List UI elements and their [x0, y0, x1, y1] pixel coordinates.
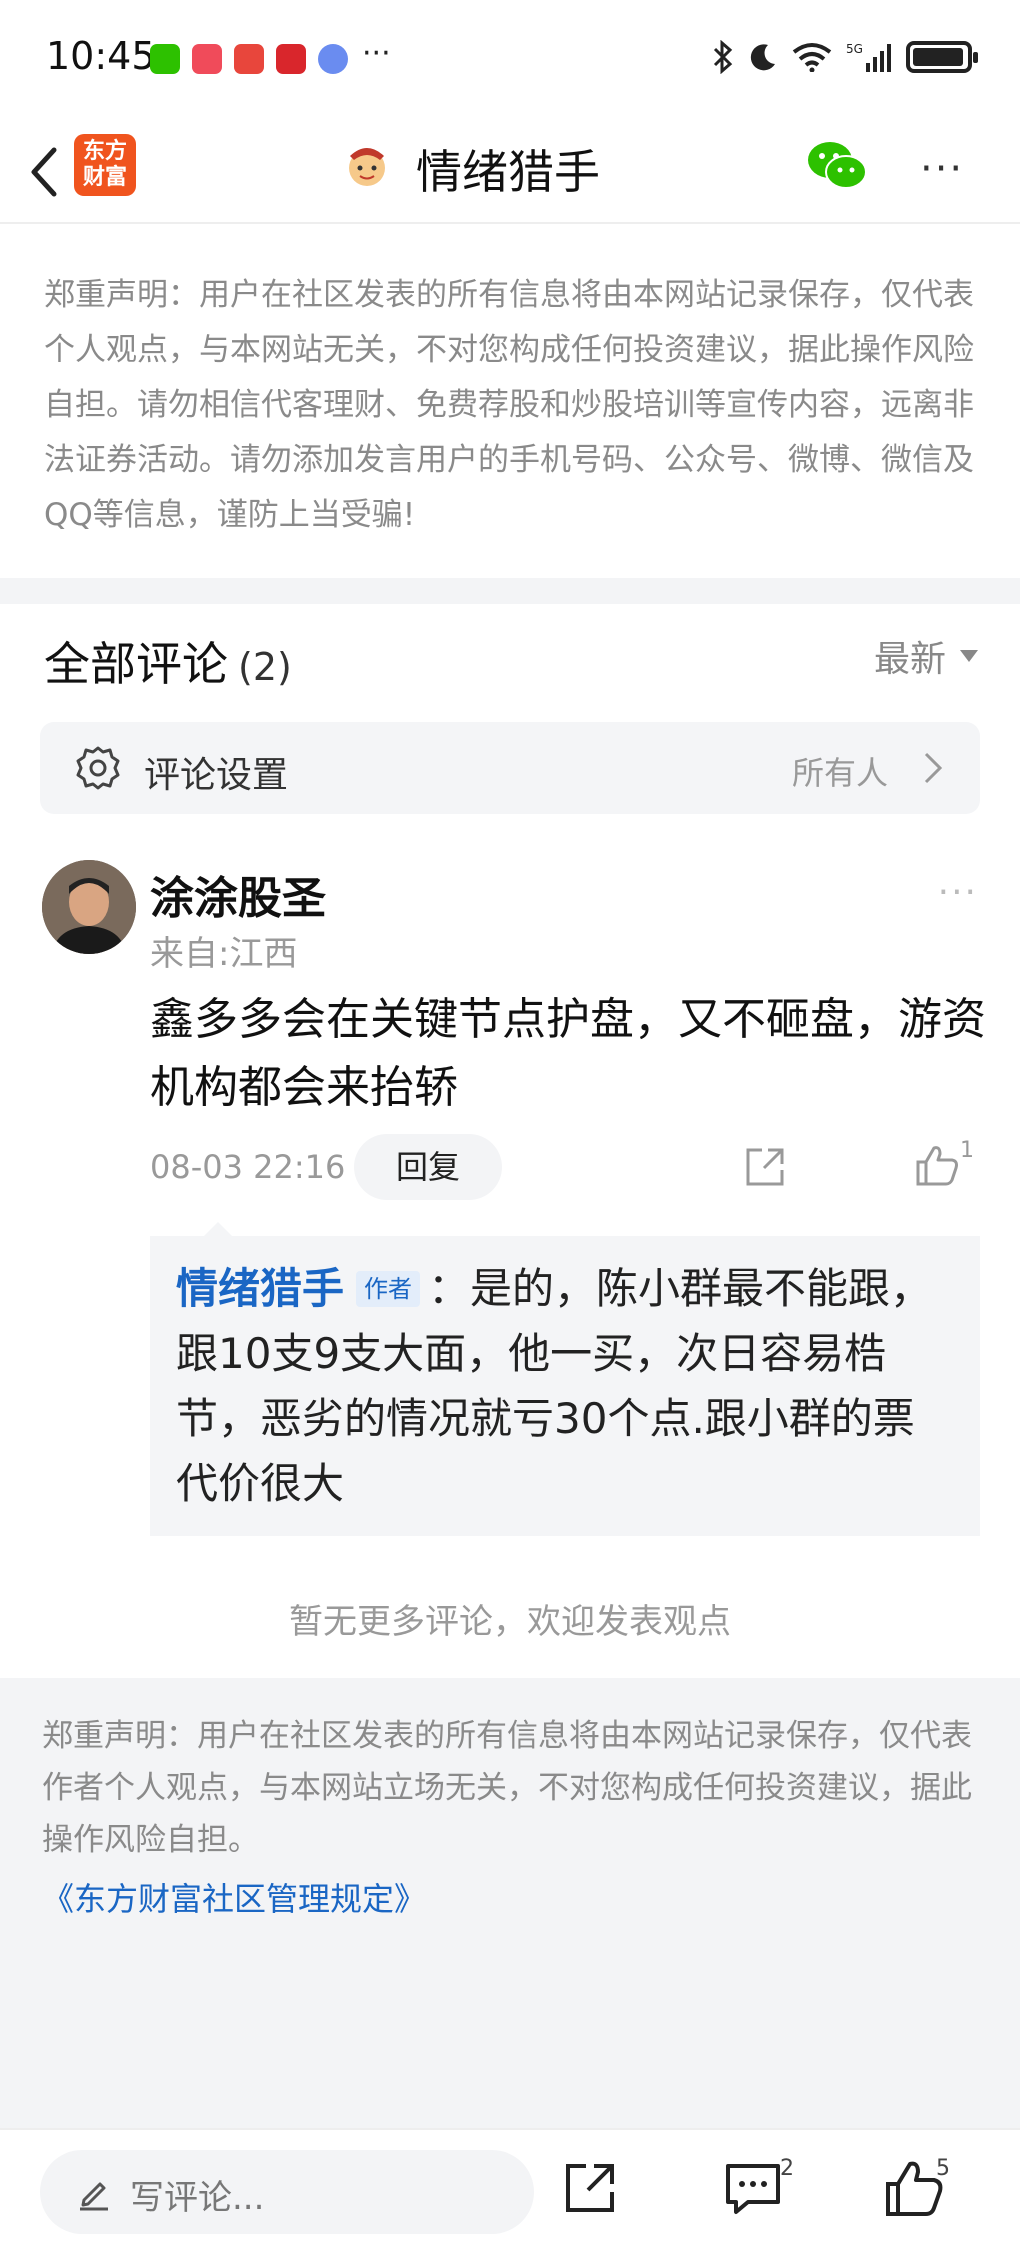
user-avatar-icon [349, 148, 385, 186]
share-icon[interactable] [744, 1146, 786, 1188]
disclaimer-bottom: 郑重声明：用户在社区发表的所有信息将由本网站记录保存，仅代表作者个人观点，与本网… [42, 1718, 972, 1858]
moon-icon [750, 44, 775, 71]
chevron-right-icon [924, 752, 943, 784]
no-more-comments-text: 暂无更多评论，欢迎发表观点 [289, 1602, 731, 1642]
more-notifications-icon: ··· [362, 36, 391, 71]
sort-label: 最新 [873, 639, 946, 680]
nav-bar: 东方财富 情绪猎手 ··· [0, 120, 1020, 224]
comment-settings-value: 所有人 [791, 754, 888, 792]
community-rules-link[interactable]: 《东方财富社区管理规定》 [42, 1874, 426, 1920]
page-title: 情绪猎手 [416, 145, 600, 199]
bluetooth-icon [713, 40, 733, 74]
comment-settings-label: 评论设置 [144, 755, 289, 796]
write-comment-placeholder: 写评论... [130, 2178, 265, 2218]
reply-author-name[interactable]: 情绪猎手 [176, 1264, 344, 1313]
stock-notification-icon [276, 44, 306, 74]
music-notification-icon [318, 44, 348, 74]
thumbs-up-icon[interactable] [884, 2158, 944, 2218]
mail-notification-icon [192, 44, 222, 74]
reply-button[interactable]: 回复 [354, 1134, 502, 1200]
reply-caret [204, 1222, 232, 1236]
comment-text: 鑫多多会在关键节点护盘，又不砸盘，游资机构都会来抬轿 [150, 994, 986, 1113]
comment-like-count: 1 [960, 1138, 974, 1163]
wifi-icon [792, 43, 832, 72]
back-arrow-icon[interactable] [20, 142, 70, 202]
disclaimer-top: 郑重声明：用户在社区发表的所有信息将由本网站记录保存，仅代表个人观点，与本网站无… [44, 277, 974, 533]
comment-icon[interactable] [724, 2162, 782, 2216]
thumbs-up-icon[interactable] [914, 1142, 960, 1188]
notification-icons [150, 44, 348, 74]
section-divider [0, 578, 1020, 604]
comment-more-button[interactable]: ··· [938, 872, 978, 913]
comment-timestamp: 08-03 22:16 [150, 1148, 346, 1186]
comments-title-label: 全部评论 [44, 637, 228, 691]
sort-dropdown[interactable]: 最新 [874, 630, 978, 682]
comment-settings-row[interactable]: 评论设置 所有人 [40, 722, 980, 814]
caret-down-icon [960, 650, 978, 662]
comment-count-badge: 2 [780, 2156, 794, 2181]
status-bar: 10:45 ··· 5G [0, 0, 1020, 120]
commenter-name[interactable]: 涂涂股圣 [150, 862, 326, 926]
status-time: 10:45 [46, 34, 156, 78]
eastmoney-logo[interactable]: 东方财富 [74, 134, 136, 196]
svg-text:5G: 5G [846, 42, 863, 56]
comments-count: (2) [238, 645, 292, 689]
comments-title: 全部评论 (2) [44, 628, 292, 694]
more-options-button[interactable]: ··· [920, 146, 964, 192]
wechat-notification-icon [150, 44, 180, 74]
wechat-share-icon[interactable] [806, 138, 868, 194]
like-count-badge: 5 [936, 2156, 950, 2181]
commenter-location: 来自:江西 [150, 934, 298, 974]
bottom-action-bar: 写评论... 2 5 [0, 2128, 1020, 2250]
cellular-signal-icon: 5G [846, 42, 891, 72]
pen-icon [80, 2182, 108, 2211]
write-comment-input[interactable]: 写评论... [40, 2150, 534, 2234]
share-icon[interactable] [562, 2160, 618, 2216]
reply-item[interactable]: 情绪猎手 作者 ：是的，陈小群最不能跟，跟10支9支大面，他一买，次日容易梏节，恶劣… [176, 1256, 956, 1516]
author-badge: 作者 [356, 1271, 421, 1307]
app-notification-icon [234, 44, 264, 74]
commenter-avatar[interactable] [42, 860, 136, 954]
gear-icon [76, 746, 120, 790]
system-icons: 5G [712, 40, 978, 74]
battery-icon [906, 41, 978, 73]
